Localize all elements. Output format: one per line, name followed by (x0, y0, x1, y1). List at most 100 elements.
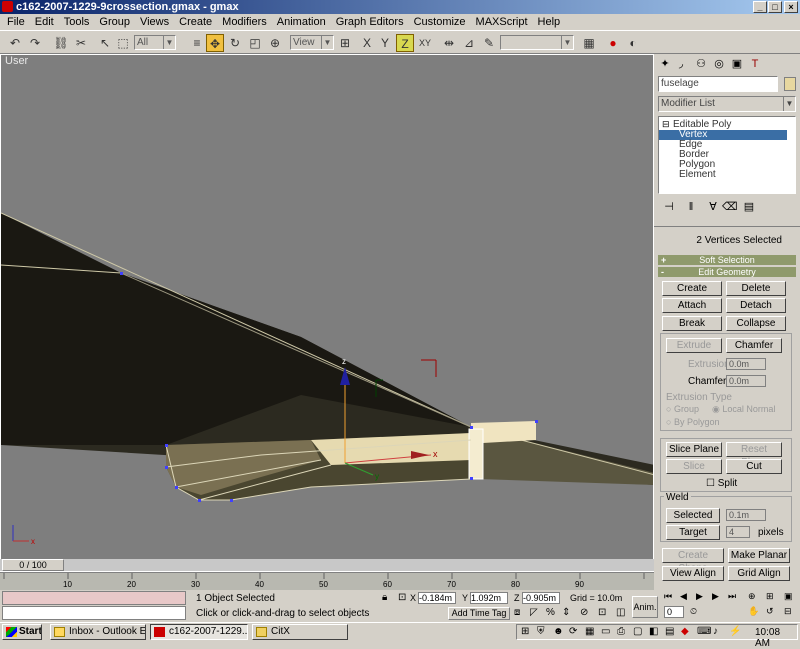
goto-start-icon[interactable]: ⏮ (664, 591, 672, 602)
task-citx[interactable]: CitX (252, 624, 348, 640)
link-icon[interactable]: ⛓ (52, 34, 70, 52)
start-button[interactable]: Start (2, 624, 42, 640)
named-selection-icon[interactable]: ✎ (480, 34, 498, 52)
render-icon[interactable]: ● (604, 34, 622, 52)
maxscript-input[interactable] (2, 606, 186, 620)
xy-constraint-icon[interactable]: XY (416, 34, 434, 52)
scale-icon[interactable]: ◰ (246, 34, 264, 52)
lock-selection-icon[interactable]: 🔒︎ (382, 592, 387, 603)
x-coordinate-field[interactable]: -0.184m (418, 592, 456, 604)
pin-stack-icon[interactable]: ⊣ (662, 200, 676, 214)
angle-snap-icon[interactable]: ◸ (530, 607, 538, 618)
by-polygon-radio[interactable]: ○ By Polygon (666, 417, 719, 427)
delete-button[interactable]: Delete (726, 281, 786, 296)
absolute-mode-icon[interactable]: ⊡ (398, 592, 406, 603)
move-icon[interactable]: ✥ (206, 34, 224, 52)
group-radio[interactable]: ○ Group (666, 404, 699, 414)
align-icon[interactable]: ⊿ (460, 34, 478, 52)
modifier-list-dropdown[interactable]: Modifier List ▼ (658, 96, 796, 112)
percent-snap-icon[interactable]: % (546, 607, 555, 618)
weld-target-button[interactable]: Target (666, 525, 720, 540)
material-editor-icon[interactable]: ▦ (580, 34, 598, 52)
local-normal-radio[interactable]: ◉ Local Normal (712, 404, 775, 415)
target-pixels-spinner[interactable]: 4 (726, 526, 750, 538)
redo-icon[interactable]: ↷ (26, 34, 44, 52)
degrade-override-icon[interactable]: ⊘ (580, 607, 588, 618)
split-checkbox[interactable]: ☐ Split (706, 478, 737, 489)
modifier-stack[interactable]: ⊟ Editable Poly Vertex Edge Border Polyg… (658, 116, 796, 194)
hierarchy-tab-icon[interactable]: ⚇ (694, 57, 708, 71)
x-constraint-icon[interactable]: X (358, 34, 376, 52)
time-slider-thumb[interactable]: 0 / 100 (2, 559, 64, 571)
show-end-result-icon[interactable]: ‖ (684, 200, 698, 214)
messenger-icon[interactable]: ☻ (553, 626, 564, 637)
task-gmax[interactable]: c162-2007-1229... (150, 624, 248, 640)
zoom-all-icon[interactable]: ⊞ (766, 591, 774, 602)
arc-rotate-icon[interactable]: ↺ (766, 606, 774, 617)
goto-end-icon[interactable]: ⏭ (728, 591, 736, 602)
volume-icon[interactable]: ♪ (713, 626, 718, 637)
extrusion-spinner[interactable]: 0.0m (726, 358, 766, 370)
close-button[interactable]: × (784, 1, 798, 13)
menu-tools[interactable]: Tools (59, 14, 95, 30)
transform-center-icon[interactable]: ⊞ (336, 34, 354, 52)
object-color-swatch[interactable] (784, 77, 796, 91)
y-coordinate-field[interactable]: 1.092m (470, 592, 508, 604)
keyboard-icon[interactable]: ⌨ (697, 626, 711, 637)
menu-customize[interactable]: Customize (409, 14, 471, 30)
time-config-icon[interactable]: ⏲ (690, 606, 697, 617)
menu-animation[interactable]: Animation (272, 14, 331, 30)
object-name-field[interactable]: fuselage (658, 76, 778, 92)
menu-views[interactable]: Views (135, 14, 174, 30)
menu-modifiers[interactable]: Modifiers (217, 14, 272, 30)
prev-frame-icon[interactable]: ◀ (680, 591, 687, 602)
slice-button[interactable]: Slice (666, 459, 722, 474)
track-bar[interactable]: 10 20 30 40 50 60 70 80 90 (0, 572, 654, 590)
select-icon[interactable]: ↖ (96, 34, 114, 52)
slice-plane-button[interactable]: Slice Plane (666, 442, 722, 457)
play-icon[interactable]: ▶ (696, 591, 703, 602)
menu-maxscript[interactable]: MAXScript (471, 14, 533, 30)
pan-icon[interactable]: ✋ (748, 606, 759, 617)
scene-geometry[interactable]: z x y x (1, 55, 654, 572)
shield-icon[interactable]: ⛨ (537, 626, 545, 637)
region-select-icon[interactable]: ⬚ (114, 34, 132, 52)
z-coordinate-field[interactable]: -0.905m (522, 592, 560, 604)
menu-file[interactable]: File (2, 14, 30, 30)
select-by-name-icon[interactable]: ≡ (188, 34, 206, 52)
task-outlook[interactable]: Inbox - Outlook E... (50, 624, 146, 640)
make-planar-button[interactable]: Make Planar (728, 548, 790, 563)
current-frame-field[interactable]: 0 (664, 606, 684, 618)
zoom-extents-icon[interactable]: ▣ (784, 591, 793, 602)
maximize-viewport-icon[interactable]: ⊟ (784, 606, 792, 617)
configure-sets-icon[interactable]: ▤ (742, 200, 756, 214)
break-button[interactable]: Break (662, 316, 722, 331)
monitor-icon[interactable]: ▢ (633, 626, 642, 637)
stack-element[interactable]: Element (679, 170, 716, 180)
maximize-button[interactable]: □ (768, 1, 782, 13)
weld-selected-button[interactable]: Selected (666, 508, 720, 523)
sync-icon[interactable]: ⟳ (569, 626, 577, 637)
remove-modifier-icon[interactable]: ⌫ (722, 200, 738, 214)
menu-graph-editors[interactable]: Graph Editors (331, 14, 409, 30)
clipboard-icon[interactable]: ▤ (665, 626, 674, 637)
undo-icon[interactable]: ↶ (6, 34, 24, 52)
cut-button[interactable]: Cut (726, 459, 782, 474)
time-slider[interactable]: 0 / 100 (0, 559, 654, 571)
drive-icon[interactable]: ▭ (601, 626, 610, 637)
chamfer-spinner[interactable]: 0.0m (726, 375, 766, 387)
add-time-tag-button[interactable]: Add Time Tag (448, 607, 510, 620)
create-shape-button[interactable]: Create Shape (662, 548, 724, 574)
collapse-button[interactable]: Collapse (726, 316, 786, 331)
create-tab-icon[interactable]: ✦ (658, 57, 672, 71)
make-unique-icon[interactable]: ∀ (706, 200, 720, 214)
zoom-icon[interactable]: ⊕ (748, 591, 756, 602)
network-icon[interactable]: ⊞ (521, 626, 529, 637)
named-selection-dropdown[interactable]: ▼ (500, 35, 574, 50)
utilities-tab-icon[interactable]: T (748, 57, 762, 71)
attach-button[interactable]: Attach (662, 298, 722, 313)
y-constraint-icon[interactable]: Y (376, 34, 394, 52)
power-icon[interactable]: ⚡ (729, 626, 741, 637)
chamfer-button[interactable]: Chamfer (726, 338, 782, 353)
pivot-icon[interactable]: ⊕ (266, 34, 284, 52)
